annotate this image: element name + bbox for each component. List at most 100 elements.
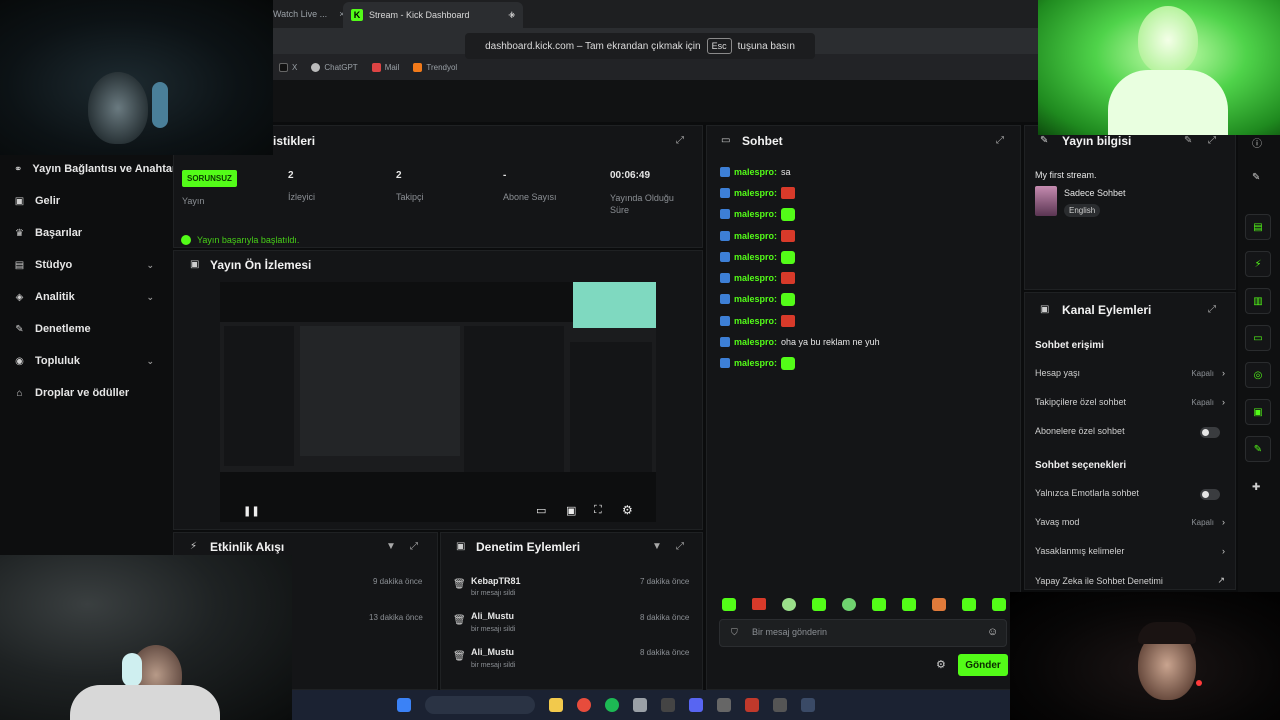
steam-icon[interactable]: [633, 698, 647, 712]
settings-icon[interactable]: ⚙: [936, 658, 946, 671]
chat-username[interactable]: malespro:: [734, 358, 777, 368]
sidebar-item-studio[interactable]: ▤ Stüdyo ⌄: [14, 255, 172, 275]
new-tab-button[interactable]: +: [508, 4, 516, 24]
ai-moderation-setting[interactable]: Yapay Zeka ile Sohbet Denetimi ↗: [1035, 575, 1225, 586]
stream-preview-video[interactable]: ❚❚ ▭ ▣ ⛶ ⚙: [220, 282, 656, 522]
chat-username[interactable]: malespro:: [734, 252, 777, 262]
tools-rail-button[interactable]: ✎: [1245, 436, 1271, 462]
chevron-right-icon: ›: [1222, 517, 1225, 527]
emoji-icon[interactable]: ☺: [987, 626, 998, 638]
emotes-only-toggle[interactable]: [1200, 489, 1220, 500]
bookmark-chatgpt[interactable]: ChatGPT: [311, 62, 358, 72]
chat-username[interactable]: malespro:: [734, 294, 777, 304]
preview-rail-button[interactable]: ◎: [1245, 362, 1271, 388]
filter-icon[interactable]: ▼: [386, 541, 396, 552]
stream-category[interactable]: Sadece Sohbet: [1064, 188, 1126, 198]
chat-rail-button[interactable]: ▭: [1245, 325, 1271, 351]
pencil-icon[interactable]: ✎: [1252, 172, 1260, 183]
chat-message: malespro:: [720, 291, 796, 307]
esc-key: Esc: [706, 38, 732, 54]
spotify-icon[interactable]: [605, 698, 619, 712]
bookmark-x[interactable]: X: [279, 62, 297, 72]
file-explorer-icon[interactable]: [549, 698, 563, 712]
emote-icon[interactable]: [782, 598, 796, 611]
emote-icon[interactable]: [722, 598, 736, 611]
app-icon[interactable]: [745, 698, 759, 712]
sidebar-item-stream-key[interactable]: ⚭ Yayın Bağlantısı ve Anahtar: [14, 159, 176, 179]
moderation-rail-button[interactable]: ▥: [1245, 288, 1271, 314]
fullscreen-icon[interactable]: ⛶: [594, 504, 602, 517]
filter-icon[interactable]: ▼: [652, 541, 662, 552]
tab-kick-dashboard[interactable]: K Stream - Kick Dashboard ×: [343, 2, 523, 28]
tab-watch-live[interactable]: Watch Live ... ×: [273, 4, 344, 24]
bookmark-trendyol[interactable]: Trendyol: [413, 62, 457, 72]
emote-icon[interactable]: [932, 598, 946, 611]
emote-icon[interactable]: [872, 598, 886, 611]
expand-icon[interactable]: ⤢: [1208, 304, 1216, 315]
chat-username[interactable]: malespro:: [734, 273, 777, 283]
pip-icon[interactable]: ▭: [536, 504, 546, 517]
followers-label: Takipçi: [396, 192, 424, 202]
expand-icon[interactable]: ⤢: [676, 135, 684, 146]
expand-icon[interactable]: ⤢: [996, 135, 1004, 146]
emote-icon[interactable]: [962, 598, 976, 611]
chat-username[interactable]: malespro:: [734, 167, 777, 177]
taskbar-search[interactable]: [425, 696, 535, 714]
expand-icon[interactable]: ⤢: [676, 541, 684, 552]
wrench-icon: ✎: [1040, 135, 1049, 146]
chat-username[interactable]: malespro:: [734, 316, 777, 326]
chat-message: malespro:: [720, 249, 796, 265]
emote-icon[interactable]: [752, 598, 766, 610]
sidebar-item-moderation[interactable]: ✎ Denetleme: [14, 319, 172, 339]
emote-icon[interactable]: [812, 598, 826, 611]
chat-username[interactable]: malespro:: [734, 231, 777, 241]
pause-icon[interactable]: ❚❚: [243, 506, 260, 517]
windows-start-icon[interactable]: [397, 698, 411, 712]
edit-icon[interactable]: ✎: [1184, 135, 1192, 146]
badge-icon: [720, 316, 730, 326]
chrome-icon[interactable]: [577, 698, 591, 712]
info-icon[interactable]: ⓘ: [1252, 135, 1262, 150]
sidebar-item-analytics[interactable]: ◈ Analitik ⌄: [14, 287, 172, 307]
expand-icon[interactable]: ⤢: [410, 541, 418, 552]
wrench-icon: ✎: [1253, 443, 1263, 455]
discord-icon[interactable]: [689, 698, 703, 712]
expand-icon[interactable]: ⤢: [1208, 135, 1216, 146]
preview-title: Yayın Ön İzlemesi: [210, 258, 312, 272]
puzzle-icon[interactable]: ✚: [1252, 482, 1260, 493]
chat-username[interactable]: malespro:: [734, 209, 777, 219]
followers-only-setting[interactable]: Takipçilere özel sohbet Kapalı ›: [1035, 397, 1225, 407]
app-icon[interactable]: [717, 698, 731, 712]
sidebar-item-achievements[interactable]: ♛ Başarılar: [14, 223, 172, 243]
x-icon: [279, 62, 288, 72]
chat-username[interactable]: malespro:: [734, 337, 777, 347]
app-icon[interactable]: [773, 698, 787, 712]
mod-time: 7 dakika önce: [640, 577, 690, 586]
stream-health-badge: SORUNSUZ: [182, 170, 237, 187]
bookmark-mail[interactable]: Mail: [371, 62, 399, 72]
app-icon[interactable]: [801, 698, 815, 712]
emote-icon[interactable]: [842, 598, 856, 611]
app-icon[interactable]: [661, 698, 675, 712]
webcam-overlay-bottom-right: [1010, 592, 1280, 720]
chat-message: malespro:: [720, 313, 796, 329]
camera-icon[interactable]: ▣: [566, 504, 576, 517]
settings-icon[interactable]: ⚙: [622, 503, 633, 517]
stats-rail-button[interactable]: ▤: [1245, 214, 1271, 240]
viewers-value: 2: [288, 170, 294, 181]
sidebar-item-community[interactable]: ◉ Topluluk ⌄: [14, 351, 172, 371]
success-message: Yayın başarıyla başlatıldı.: [197, 235, 300, 245]
channel-rail-button[interactable]: ▣: [1245, 399, 1271, 425]
activity-rail-button[interactable]: ⚡: [1245, 251, 1271, 277]
send-button[interactable]: Gönder: [958, 654, 1008, 676]
emote-icon[interactable]: [902, 598, 916, 611]
banned-words-setting[interactable]: Yasaklanmış kelimeler ›: [1035, 546, 1225, 556]
slow-mode-setting[interactable]: Yavaş mod Kapalı ›: [1035, 517, 1225, 527]
mod-user: Ali_Mustu: [471, 611, 515, 621]
emote-icon[interactable]: [992, 598, 1006, 611]
subs-only-toggle[interactable]: [1200, 427, 1220, 438]
sidebar-item-drops[interactable]: ⌂ Droplar ve ödüller: [14, 383, 172, 403]
chat-username[interactable]: malespro:: [734, 188, 777, 198]
sidebar-item-revenue[interactable]: ▣ Gelir: [14, 191, 172, 211]
account-age-setting[interactable]: Hesap yaşı Kapalı ›: [1035, 368, 1225, 378]
